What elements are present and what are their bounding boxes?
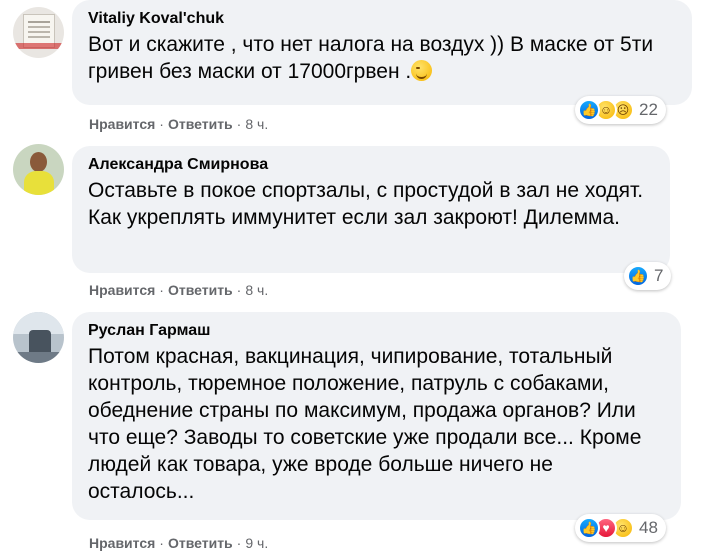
comment-text: Оставьте в покое спортзалы, с простудой … (88, 179, 644, 229)
reactions-summary[interactable]: 👍 ♥ ☺ 48 (575, 514, 666, 542)
comment-text: Вот и скажите , что нет налога на воздух… (88, 33, 654, 83)
comment-author[interactable]: Vitaliy Koval'chuk (88, 9, 678, 29)
like-reaction-icon: 👍 (578, 517, 600, 539)
like-reaction-icon: 👍 (578, 99, 600, 121)
separator: · (236, 535, 242, 551)
comment-actions: Нравится · Ответить · 8 ч. (89, 116, 268, 132)
comment-author[interactable]: Александра Смирнова (88, 155, 656, 175)
separator: · (236, 282, 242, 298)
like-button[interactable]: Нравится (89, 116, 155, 132)
comment-bubble: Руслан Гармаш Потом красная, вакцинация,… (72, 312, 681, 520)
avatar[interactable] (13, 7, 64, 58)
avatar[interactable] (13, 144, 64, 195)
reply-button[interactable]: Ответить (168, 282, 233, 298)
reactions-summary[interactable]: 👍 7 (624, 262, 672, 290)
timestamp[interactable]: 8 ч. (245, 116, 268, 132)
separator: · (159, 282, 164, 298)
separator: · (159, 535, 164, 551)
separator: · (236, 116, 242, 132)
comment-actions: Нравится · Ответить · 9 ч. (89, 535, 268, 551)
avatar[interactable] (13, 312, 64, 363)
reaction-count: 7 (654, 266, 664, 285)
comment-actions: Нравится · Ответить · 8 ч. (89, 282, 268, 298)
reply-button[interactable]: Ответить (168, 116, 233, 132)
comment-author[interactable]: Руслан Гармаш (88, 321, 667, 341)
reply-button[interactable]: Ответить (168, 535, 233, 551)
like-button[interactable]: Нравится (89, 535, 155, 551)
reaction-count: 48 (639, 518, 658, 537)
timestamp[interactable]: 9 ч. (245, 535, 268, 551)
like-reaction-icon: 👍 (627, 265, 649, 287)
comment-bubble: Александра Смирнова Оставьте в покое спо… (72, 146, 670, 273)
separator: · (159, 116, 164, 132)
reaction-count: 22 (639, 100, 658, 119)
comment-text: Потом красная, вакцинация, чипирование, … (88, 345, 642, 503)
comment-bubble: Vitaliy Koval'chuk Вот и скажите , что н… (72, 0, 692, 105)
timestamp[interactable]: 8 ч. (245, 282, 268, 298)
reactions-summary[interactable]: 👍 ☺ ☹ 22 (575, 96, 666, 124)
like-button[interactable]: Нравится (89, 282, 155, 298)
wink-emoji-icon (411, 60, 433, 81)
